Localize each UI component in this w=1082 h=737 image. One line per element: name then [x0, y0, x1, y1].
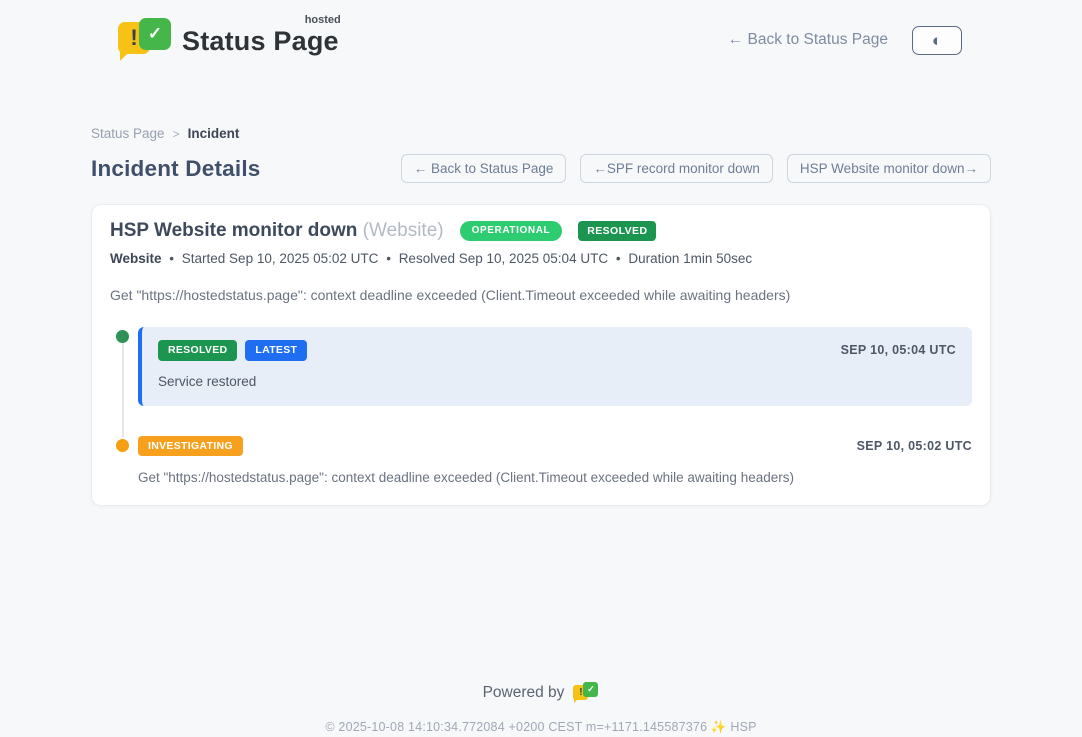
monitor-name: Website	[110, 251, 162, 266]
timeline-entry-badges: RESOLVED LATEST	[158, 340, 307, 361]
meta-separator: •	[616, 251, 621, 266]
incident-meta: Website • Started Sep 10, 2025 05:02 UTC…	[110, 251, 972, 266]
green-dot-icon	[116, 330, 129, 343]
title-row: Incident Details ← Back to Status Page ←…	[91, 154, 991, 183]
operational-status-badge: OPERATIONAL	[460, 221, 563, 241]
timeline-dot-column	[110, 436, 136, 486]
started-at: Started Sep 10, 2025 05:02 UTC	[182, 251, 379, 266]
resolved-state-badge: RESOLVED	[578, 221, 656, 242]
timeline-message: Service restored	[158, 374, 956, 389]
half-moon-contrast-icon: ◐	[932, 32, 942, 49]
copyright-line: © 2025-10-08 14:10:34.772084 +0200 CEST …	[0, 720, 1082, 735]
timeline-entry-resolved: RESOLVED LATEST SEP 10, 05:04 UTC Servic…	[110, 327, 972, 406]
investigating-badge: INVESTIGATING	[138, 436, 243, 457]
incident-scope: (Website)	[363, 220, 444, 241]
header-back-link[interactable]: ← Back to Status Page	[728, 31, 888, 49]
breadcrumb: Status Page > Incident	[91, 126, 991, 141]
timeline-dot-column	[110, 327, 136, 406]
incident-name: HSP Website monitor down	[110, 220, 357, 241]
timeline-timestamp: SEP 10, 05:04 UTC	[841, 343, 956, 357]
timeline-entry-body: RESOLVED LATEST SEP 10, 05:04 UTC Servic…	[138, 327, 972, 406]
incident-description: Get "https://hostedstatus.page": context…	[110, 287, 972, 303]
incident-title-row: HSP Website monitor down (Website) OPERA…	[110, 220, 972, 242]
resolved-badge: RESOLVED	[158, 340, 237, 361]
incident-title: HSP Website monitor down (Website)	[110, 220, 444, 242]
orange-dot-icon	[116, 439, 129, 452]
resolved-at: Resolved Sep 10, 2025 05:04 UTC	[399, 251, 608, 266]
latest-badge: LATEST	[245, 340, 307, 361]
timeline-entry-head: RESOLVED LATEST SEP 10, 05:04 UTC	[158, 340, 956, 361]
incident-timeline: RESOLVED LATEST SEP 10, 05:04 UTC Servic…	[110, 327, 972, 485]
app-logo[interactable]: ! ✓ Status Page hosted	[118, 18, 339, 62]
duration: Duration 1min 50sec	[628, 251, 752, 266]
incident-card: HSP Website monitor down (Website) OPERA…	[91, 204, 991, 506]
powered-by-label: Powered by	[483, 684, 565, 702]
breadcrumb-incident: Incident	[188, 126, 240, 141]
mini-check-square-icon: ✓	[583, 682, 598, 697]
next-incident-button[interactable]: HSP Website monitor down→	[787, 154, 991, 183]
header-right: ← Back to Status Page ◐	[728, 26, 962, 55]
check-square-icon: ✓	[139, 18, 171, 50]
back-to-status-page-button[interactable]: ← Back to Status Page	[401, 154, 567, 183]
timeline-timestamp: SEP 10, 05:02 UTC	[857, 439, 972, 453]
main-content: Status Page > Incident Incident Details …	[91, 126, 991, 506]
timeline-message: Get "https://hostedstatus.page": context…	[138, 470, 972, 485]
timeline-entry-head: INVESTIGATING SEP 10, 05:02 UTC	[138, 436, 972, 457]
theme-toggle-button[interactable]: ◐	[912, 26, 962, 55]
timeline-entry-investigating: INVESTIGATING SEP 10, 05:02 UTC Get "htt…	[110, 436, 972, 486]
page-footer: Powered by ! ✓ © 2025-10-08 14:10:34.772…	[0, 682, 1082, 735]
meta-separator: •	[386, 251, 391, 266]
breadcrumb-separator: >	[173, 127, 180, 141]
meta-separator: •	[169, 251, 174, 266]
timeline-entry-body: INVESTIGATING SEP 10, 05:02 UTC Get "htt…	[136, 436, 972, 486]
logo-superscript: hosted	[305, 14, 341, 26]
status-page-mini-logo-icon: ! ✓	[573, 682, 599, 704]
page-title: Incident Details	[91, 156, 261, 182]
incident-nav-buttons: ← Back to Status Page ←SPF record monito…	[401, 154, 991, 183]
timeline-entry-badges: INVESTIGATING	[138, 436, 243, 457]
prev-incident-button[interactable]: ←SPF record monitor down	[580, 154, 773, 183]
logo-text: Status Page	[182, 26, 339, 56]
logo-text-wrap: Status Page hosted	[182, 18, 339, 57]
powered-by[interactable]: Powered by ! ✓	[483, 682, 600, 704]
status-page-logo-icon: ! ✓	[118, 18, 172, 62]
site-header: ! ✓ Status Page hosted ← Back to Status …	[0, 0, 1082, 64]
breadcrumb-status-page[interactable]: Status Page	[91, 126, 165, 141]
